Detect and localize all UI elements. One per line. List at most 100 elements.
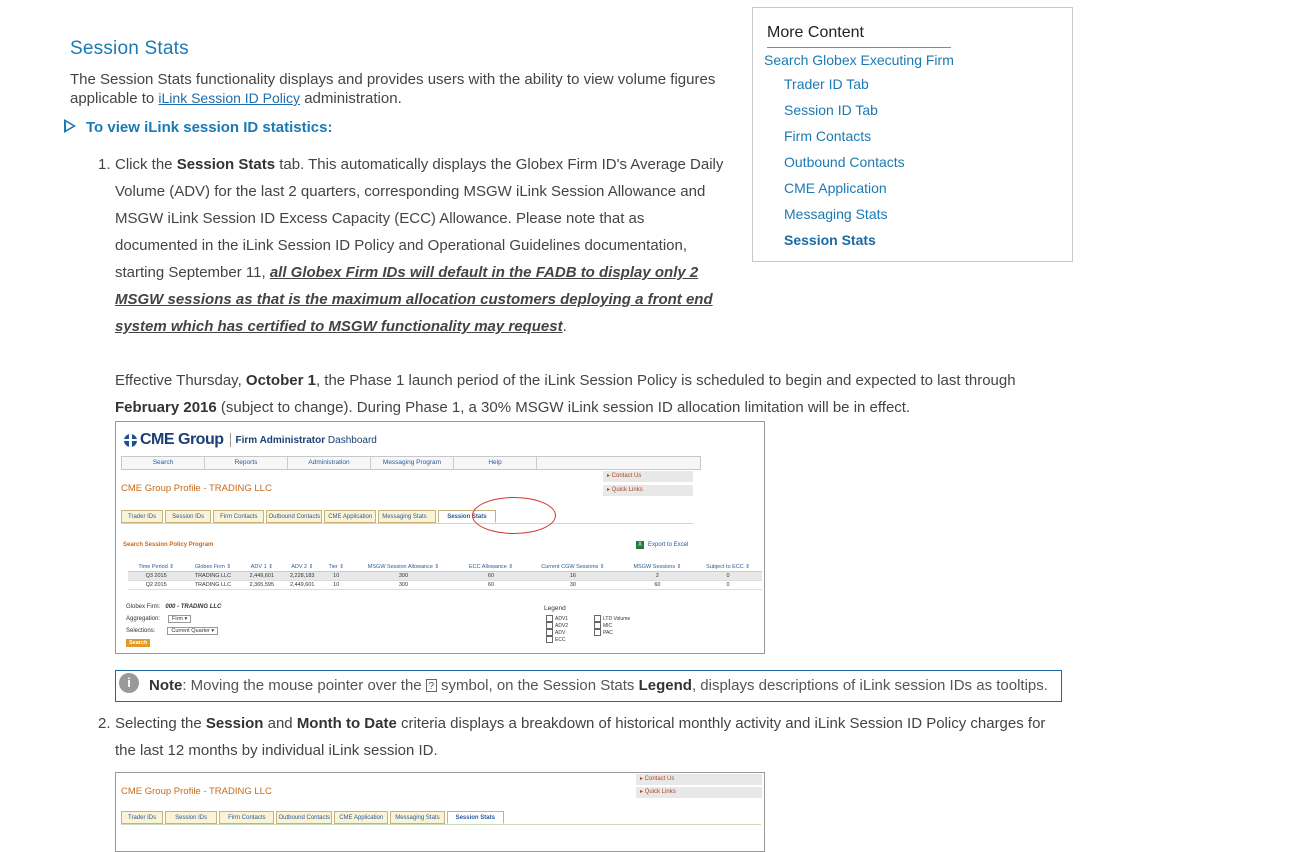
legend-item[interactable]: ADV1: [546, 615, 568, 622]
quick-links-link[interactable]: ▸ Quick Links: [636, 787, 762, 798]
legend-title: Legend: [544, 605, 566, 612]
col-tier[interactable]: Tier ⇕: [322, 563, 350, 572]
sidebar-item-firm-contacts[interactable]: Firm Contacts: [784, 128, 871, 144]
legend-label: ADV2: [555, 622, 569, 629]
col-msgw-allowance[interactable]: MSGW Session Allowance ⇕: [349, 563, 457, 572]
nav-reports[interactable]: Reports: [205, 457, 288, 469]
nav-messaging-program[interactable]: Messaging Program: [371, 457, 454, 469]
sidebar-item-messaging-stats[interactable]: Messaging Stats: [784, 206, 888, 222]
aggregation-row: Aggregation: Firm ▾: [126, 615, 192, 623]
contact-us-link[interactable]: ▸ Contact Us: [603, 471, 693, 482]
legend-item[interactable]: ECC: [546, 636, 566, 643]
cell: 2,449,601: [241, 571, 282, 581]
profile-title: CME Group Profile - TRADING LLC: [121, 483, 272, 494]
legend-item[interactable]: LTD Volume: [594, 615, 630, 622]
col-time-period[interactable]: Time Period ⇕: [128, 563, 185, 572]
col-adv1[interactable]: ADV 1 ⇕: [241, 563, 282, 572]
step2-text: Selecting the: [115, 715, 206, 732]
brand-name: CME Group: [140, 431, 224, 448]
help-box-icon: [594, 629, 601, 636]
tab-cme-application[interactable]: CME Application: [334, 811, 389, 824]
tab-session-ids[interactable]: Session IDs: [165, 811, 218, 824]
step1-paragraph: Click the Session Stats tab. This automa…: [115, 151, 727, 340]
nav-help[interactable]: Help: [454, 457, 537, 469]
nav-search[interactable]: Search: [122, 457, 205, 469]
sidebar-item-cme-application[interactable]: CME Application: [784, 180, 887, 196]
tab-cme-application[interactable]: CME Application: [324, 510, 377, 523]
tab-trader-ids[interactable]: Trader IDs: [121, 811, 164, 824]
legend: Legend ADV1 ADV2 ADV ECC LTD Volume MIC …: [544, 605, 630, 643]
legend-item[interactable]: MIC: [594, 622, 612, 629]
step1-bold-tab: Session Stats: [176, 156, 276, 173]
tab-firm-contacts[interactable]: Firm Contacts: [219, 811, 275, 824]
cell: 300: [349, 580, 457, 590]
divider: [229, 433, 231, 447]
col-globex-firm[interactable]: Globex Firm ⇕: [184, 563, 242, 572]
tab-messaging-stats[interactable]: Messaging Stats: [390, 811, 445, 824]
sidebar-item-outbound-contacts[interactable]: Outbound Contacts: [784, 154, 905, 170]
sidebar-item-session-stats[interactable]: Session Stats: [784, 232, 876, 248]
step1-text-2: tab. This automatically displays the Glo…: [115, 156, 724, 281]
help-box-icon: [594, 622, 601, 629]
help-box-icon: ?: [425, 679, 437, 692]
selections-row: Selections: Current Quarter ▾: [126, 627, 219, 635]
tab-session-stats[interactable]: Session Stats: [446, 811, 504, 824]
tab-outbound-contacts[interactable]: Outbound Contacts: [266, 510, 323, 523]
cell: TRADING LLC: [184, 571, 242, 581]
step-number: 2.: [98, 715, 111, 732]
cell: TRADING LLC: [184, 580, 242, 590]
quick-links-link[interactable]: ▸ Quick Links: [603, 485, 693, 496]
legend-item[interactable]: ADV: [546, 629, 565, 636]
step2-month-to-date: Month to Date: [296, 715, 397, 732]
ilink-policy-link[interactable]: iLink Session ID Policy: [158, 90, 300, 106]
phase-date-start: October 1: [245, 372, 316, 389]
divider: [767, 47, 951, 48]
col-msgw-sessions[interactable]: MSGW Sessions ⇕: [620, 563, 695, 572]
col-ecc-allowance[interactable]: ECC Allowance ⇕: [456, 563, 526, 572]
table-row: Q3 2015 TRADING LLC 2,449,601 2,228,183 …: [128, 571, 762, 581]
cell: 0: [694, 580, 762, 590]
contact-us-link[interactable]: ▸ Contact Us: [636, 774, 762, 785]
col-current-cgw[interactable]: Current CGW Sessions ⇕: [525, 563, 621, 572]
export-to-excel[interactable]: X Export to Excel: [636, 541, 688, 549]
phase-text: Effective Thursday,: [115, 372, 246, 389]
tab-messaging-stats[interactable]: Messaging Stats: [378, 510, 437, 523]
export-label: Export to Excel: [648, 542, 689, 548]
excel-icon: X: [636, 541, 644, 549]
col-subject-ecc[interactable]: Subject to ECC ⇕: [694, 563, 762, 572]
col-adv2[interactable]: ADV 2 ⇕: [282, 563, 323, 572]
aggregation-label: Aggregation:: [126, 616, 161, 622]
step-number: 1.: [98, 156, 111, 173]
dashboard-title: Firm Administrator Dashboard: [236, 435, 377, 446]
sidebar-item-trader-id[interactable]: Trader ID Tab: [784, 76, 869, 92]
cell: 30: [525, 580, 621, 590]
cell: 2,449,601: [282, 580, 323, 590]
tab-firm-contacts[interactable]: Firm Contacts: [213, 510, 265, 523]
cell: 16: [525, 571, 621, 581]
phase1-paragraph: Effective Thursday, October 1, the Phase…: [115, 367, 1045, 421]
legend-label: ECC: [555, 636, 566, 643]
aggregation-select[interactable]: Firm ▾: [168, 615, 192, 623]
tab-session-ids[interactable]: Session IDs: [165, 510, 212, 523]
tab-trader-ids[interactable]: Trader IDs: [121, 510, 164, 523]
dashboard-title-bold: Firm Administrator: [235, 434, 326, 446]
sidebar-item-session-id[interactable]: Session ID Tab: [784, 102, 878, 118]
cell: 2: [620, 571, 695, 581]
sidebar-link-search-globex[interactable]: Search Globex Executing Firm: [764, 52, 954, 68]
cell: 60: [456, 580, 526, 590]
tab-outbound-contacts[interactable]: Outbound Contacts: [276, 811, 333, 824]
legend-label: LTD Volume: [603, 615, 631, 622]
nav-administration[interactable]: Administration: [288, 457, 371, 469]
note-text: Note: Moving the mouse pointer over the …: [149, 677, 1048, 694]
expand-toggle[interactable]: To view iLink session ID statistics:: [64, 119, 332, 136]
legend-item[interactable]: PAC: [594, 629, 613, 636]
search-button[interactable]: Search: [126, 639, 151, 647]
legend-label: PAC: [603, 629, 613, 636]
step2-text-2: and: [263, 715, 297, 732]
dashboard-nav: Search Reports Administration Messaging …: [121, 456, 701, 470]
search-policy-heading: Search Session Policy Program: [123, 542, 214, 548]
legend-item[interactable]: ADV2: [546, 622, 568, 629]
info-icon: i: [119, 673, 139, 693]
selections-select[interactable]: Current Quarter ▾: [167, 627, 219, 635]
legend-label: MIC: [603, 622, 613, 629]
